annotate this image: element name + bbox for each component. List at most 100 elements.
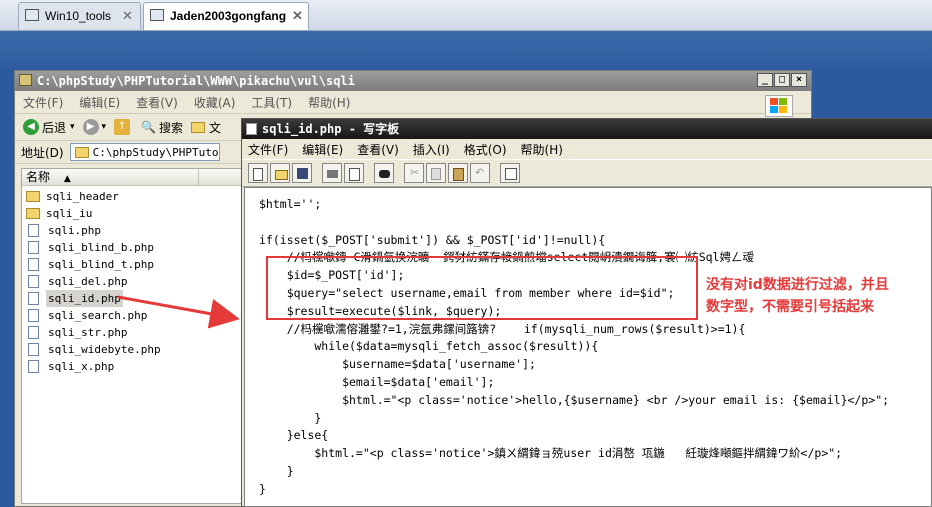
chevron-down-icon[interactable]: ▾ xyxy=(70,122,75,132)
list-item[interactable]: sqli.php xyxy=(22,222,242,239)
php-file-icon xyxy=(28,275,39,288)
php-file-icon xyxy=(28,326,39,339)
list-item[interactable]: sqli_str.php xyxy=(22,324,242,341)
explorer-menu-bar: 文件(F) 编辑(E) 查看(V) 收藏(A) 工具(T) 帮助(H) xyxy=(15,91,811,114)
file-name: sqli_del.php xyxy=(48,275,128,288)
file-name: sqli_header xyxy=(46,190,119,203)
document-area[interactable]: $html=''; if(isset($_POST['submit']) && $… xyxy=(244,187,932,507)
folders-label: 文 xyxy=(209,120,222,135)
menu-format[interactable]: 格式(O) xyxy=(464,141,507,158)
binoculars-icon xyxy=(379,170,390,178)
list-item[interactable]: sqli_del.php xyxy=(22,273,242,290)
menu-help[interactable]: 帮助(H) xyxy=(521,141,563,158)
back-label: 后退 xyxy=(42,120,67,135)
menu-edit[interactable]: 编辑(E) xyxy=(302,141,343,158)
address-value: C:\phpStudy\PHPTutorial\W xyxy=(92,145,219,159)
open-button[interactable] xyxy=(270,163,290,183)
file-name: sqli_blind_t.php xyxy=(48,258,154,271)
list-item[interactable]: sqli_search.php xyxy=(22,307,242,324)
up-folder-button[interactable]: ↑ xyxy=(114,119,133,135)
menu-file[interactable]: 文件(F) xyxy=(248,141,288,158)
folders-button[interactable]: 文 xyxy=(191,119,221,136)
file-name: sqli_str.php xyxy=(48,326,128,339)
folder-icon xyxy=(191,121,206,133)
folder-icon xyxy=(19,74,32,86)
preview-icon xyxy=(349,168,360,181)
undo-button[interactable]: ↶ xyxy=(470,163,490,183)
explorer-title-bar[interactable]: C:\phpStudy\PHPTutorial\WWW\pikachu\vul\… xyxy=(15,71,811,91)
code-line: $html=''; xyxy=(259,197,322,211)
file-name: sqli_iu xyxy=(46,207,93,220)
menu-favorites[interactable]: 收藏(A) xyxy=(194,94,236,111)
menu-tools[interactable]: 工具(T) xyxy=(251,94,292,111)
code-line: $html.="<p class='notice'>鎮ㄨ緭鍏ョ殑user id涓… xyxy=(259,446,843,461)
file-name: sqli_search.php xyxy=(48,309,148,322)
open-folder-icon xyxy=(275,170,288,180)
list-item[interactable]: sqli_x.php xyxy=(22,358,242,375)
wordpad-title-bar[interactable]: sqli_id.php - 写字板 xyxy=(242,119,932,139)
back-button[interactable]: ◀ 后退 ▾ xyxy=(23,119,75,136)
close-icon[interactable]: ✕ xyxy=(292,3,303,29)
print-button[interactable] xyxy=(322,163,342,183)
wordpad-menu-bar: 文件(F) 编辑(E) 查看(V) 插入(I) 格式(O) 帮助(H) xyxy=(242,139,932,159)
tab-win10-tools[interactable]: Win10_tools ✕ xyxy=(18,2,141,29)
save-button[interactable] xyxy=(292,163,312,183)
search-button[interactable]: 🔍 搜索 xyxy=(141,119,183,136)
code-line: } xyxy=(259,410,322,425)
chevron-down-icon[interactable]: ▾ xyxy=(102,122,107,132)
vm-icon xyxy=(150,9,164,21)
close-button[interactable]: × xyxy=(791,73,807,87)
minimize-button[interactable]: _ xyxy=(757,73,773,87)
find-button[interactable] xyxy=(374,163,394,183)
close-icon[interactable]: ✕ xyxy=(122,3,133,29)
maximize-button[interactable]: □ xyxy=(774,73,790,87)
desktop-background xyxy=(0,31,932,68)
menu-view[interactable]: 查看(V) xyxy=(136,94,178,111)
host-tab-bar: Win10_tools ✕ Jaden2003gongfang ✕ xyxy=(0,0,932,31)
menu-edit[interactable]: 编辑(E) xyxy=(79,94,120,111)
file-name: sqli_blind_b.php xyxy=(48,241,154,254)
code-line: while($data=mysqli_fetch_assoc($result))… xyxy=(259,339,599,354)
menu-file[interactable]: 文件(F) xyxy=(23,94,63,111)
document-icon xyxy=(246,123,257,135)
php-file-icon xyxy=(28,241,39,254)
up-arrow-icon: ↑ xyxy=(114,119,131,135)
file-name: sqli.php xyxy=(48,224,101,237)
list-item[interactable]: sqli_blind_b.php xyxy=(22,239,242,256)
cut-button[interactable]: ✂ xyxy=(404,163,424,183)
windows-logo-icon xyxy=(765,95,793,117)
menu-help[interactable]: 帮助(H) xyxy=(308,94,350,111)
sort-up-icon: ▲ xyxy=(63,174,71,184)
copy-button[interactable] xyxy=(426,163,446,183)
menu-insert[interactable]: 插入(I) xyxy=(413,141,450,158)
print-preview-button[interactable] xyxy=(344,163,364,183)
calendar-clock-icon xyxy=(505,168,517,180)
back-arrow-icon: ◀ xyxy=(23,119,39,135)
forward-button[interactable]: ▶ ▾ xyxy=(82,119,107,135)
list-item[interactable]: sqli_widebyte.php xyxy=(22,341,242,358)
forward-arrow-icon: ▶ xyxy=(82,119,99,135)
list-item[interactable]: sqli_header xyxy=(22,188,242,205)
code-line: } xyxy=(259,463,294,478)
code-text[interactable]: $html=''; if(isset($_POST['submit']) && $… xyxy=(259,196,889,499)
floppy-icon xyxy=(297,168,308,179)
list-item[interactable]: sqli_blind_t.php xyxy=(22,256,242,273)
php-file-icon xyxy=(28,258,39,271)
list-item[interactable]: sqli_iu xyxy=(22,205,242,222)
menu-view[interactable]: 查看(V) xyxy=(357,141,399,158)
highlight-box xyxy=(266,256,698,320)
tab-jaden2003gongfang[interactable]: Jaden2003gongfang ✕ xyxy=(143,2,309,30)
list-item[interactable]: sqli_id.php xyxy=(22,290,242,307)
php-file-icon xyxy=(28,360,39,373)
vm-icon xyxy=(25,9,39,21)
annotation-line-2: 数字型，不需要引号括起来 xyxy=(706,299,874,315)
insert-datetime-button[interactable] xyxy=(500,163,520,183)
undo-icon: ↶ xyxy=(475,166,485,179)
new-button[interactable] xyxy=(248,163,268,183)
column-header-name[interactable]: 名称 ▲ xyxy=(26,169,199,185)
paste-button[interactable] xyxy=(448,163,468,183)
explorer-title: C:\phpStudy\PHPTutorial\WWW\pikachu\vul\… xyxy=(37,74,355,88)
address-input[interactable]: C:\phpStudy\PHPTutorial\W xyxy=(69,143,220,161)
folder-icon xyxy=(74,146,89,158)
